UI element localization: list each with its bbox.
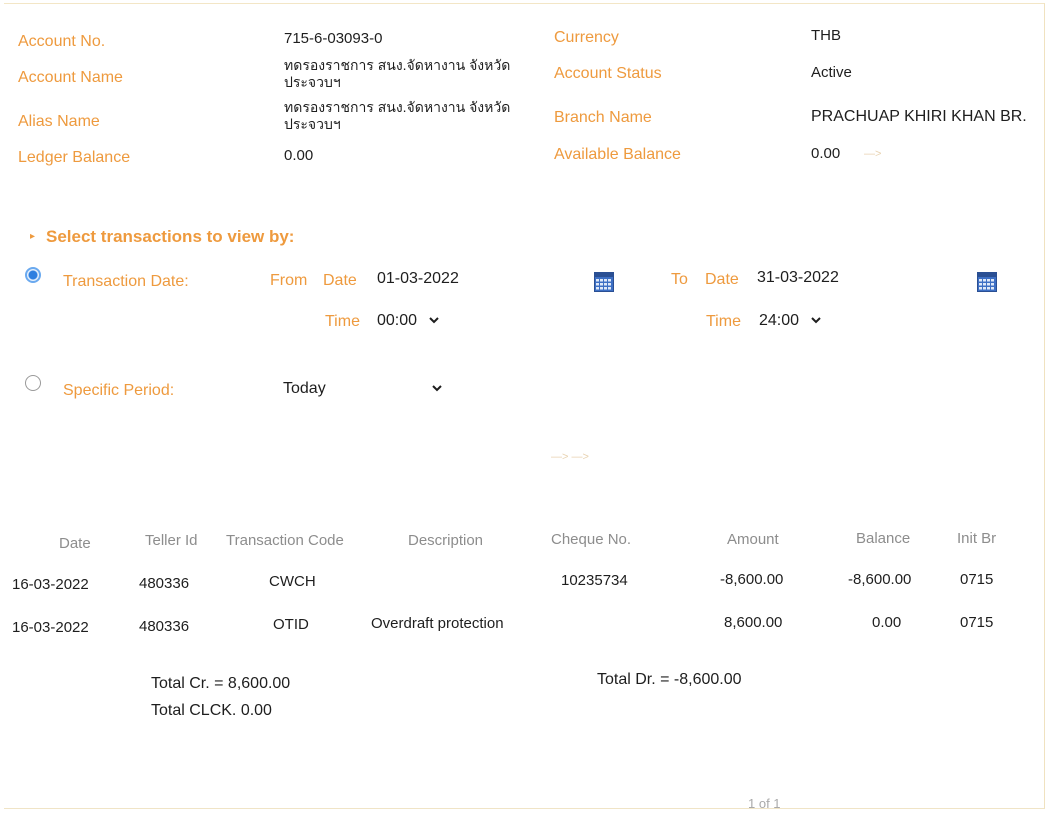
- table-row-2-description: Overdraft protection: [371, 615, 504, 632]
- arrow-hint-icon: —>: [864, 148, 882, 160]
- ledger-balance-label: Ledger Balance: [18, 149, 131, 166]
- available-balance-label: Available Balance: [554, 146, 681, 163]
- from-label: From: [270, 272, 308, 289]
- calendar-icon[interactable]: [594, 272, 614, 297]
- table-row-1-cheque: 10235734: [561, 572, 628, 589]
- header-cheque-no: Cheque No.: [551, 531, 632, 548]
- table-row-2-teller: 480336: [139, 618, 190, 635]
- account-no-value: 715-6-03093-0: [284, 30, 383, 47]
- total-cr: Total Cr. = 8,600.00: [151, 675, 291, 692]
- available-balance-value: 0.00: [811, 145, 841, 162]
- from-time-select[interactable]: 00:00: [377, 312, 417, 330]
- header-balance: Balance: [856, 530, 911, 547]
- header-amount: Amount: [727, 531, 779, 548]
- header-init-br: Init Br: [957, 530, 997, 547]
- bullet-icon: ▸: [30, 231, 36, 242]
- chevron-down-icon[interactable]: [428, 313, 440, 331]
- table-row-2-date: 16-03-2022: [12, 619, 89, 636]
- total-dr: Total Dr. = -8,600.00: [597, 671, 742, 688]
- specific-period-radio[interactable]: [25, 375, 41, 391]
- chevron-down-icon[interactable]: [431, 381, 443, 399]
- header-description: Description: [408, 532, 484, 549]
- header-teller-id: Teller Id: [145, 532, 198, 549]
- pager-text: 1 of 1: [748, 796, 781, 811]
- calendar-icon[interactable]: [977, 272, 997, 297]
- alias-name-value: ทดรองราชการ สนง.จัดหางาน จังหวัดประจวบฯ: [284, 99, 511, 132]
- account-name-label: Account Name: [18, 69, 123, 86]
- table-row-1-amount: -8,600.00: [720, 571, 784, 588]
- table-row-1-teller: 480336: [139, 575, 190, 592]
- specific-period-select[interactable]: Today: [283, 380, 326, 398]
- to-time-label: Time: [706, 313, 741, 330]
- transaction-date-label: Transaction Date:: [63, 273, 189, 290]
- account-status-label: Account Status: [554, 65, 662, 82]
- to-label: To: [671, 271, 688, 288]
- from-date-label: Date: [323, 272, 357, 289]
- specific-period-label: Specific Period:: [63, 382, 175, 399]
- account-no-label: Account No.: [18, 33, 106, 50]
- transaction-date-radio[interactable]: [25, 267, 41, 283]
- alias-name-label: Alias Name: [18, 113, 100, 130]
- table-row-1-date: 16-03-2022: [12, 576, 89, 593]
- account-status-value: Active: [811, 64, 852, 81]
- arrow-hint-icon: —> —>: [551, 451, 589, 463]
- account-name-value: ทดรองราชการ สนง.จัดหางาน จังหวัดประจวบฯ: [284, 57, 511, 90]
- table-row-2-balance: 0.00: [872, 614, 902, 631]
- header-date: Date: [59, 535, 91, 552]
- from-time-label: Time: [325, 313, 360, 330]
- section-title: Select transactions to view by:: [46, 227, 295, 246]
- currency-value: THB: [811, 27, 841, 44]
- branch-name-label: Branch Name: [554, 109, 652, 126]
- currency-label: Currency: [554, 29, 619, 46]
- chevron-down-icon[interactable]: [810, 313, 822, 331]
- table-row-2-init-br: 0715: [960, 614, 994, 631]
- table-row-2-amount: 8,600.00: [724, 614, 783, 631]
- total-clck: Total CLCK. 0.00: [151, 702, 272, 719]
- table-row-1-balance: -8,600.00: [848, 571, 912, 588]
- to-date-input[interactable]: 31-03-2022: [757, 269, 839, 287]
- branch-name-value: PRACHUAP KHIRI KHAN BR.: [811, 108, 1027, 125]
- to-time-select[interactable]: 24:00: [759, 312, 799, 330]
- table-row-2-code: OTID: [273, 616, 309, 633]
- to-date-label: Date: [705, 271, 739, 288]
- table-row-1-init-br: 0715: [960, 571, 994, 588]
- from-date-input[interactable]: 01-03-2022: [377, 270, 459, 288]
- ledger-balance-value: 0.00: [284, 147, 314, 164]
- table-row-1-code: CWCH: [269, 573, 316, 590]
- header-transaction-code: Transaction Code: [226, 532, 344, 549]
